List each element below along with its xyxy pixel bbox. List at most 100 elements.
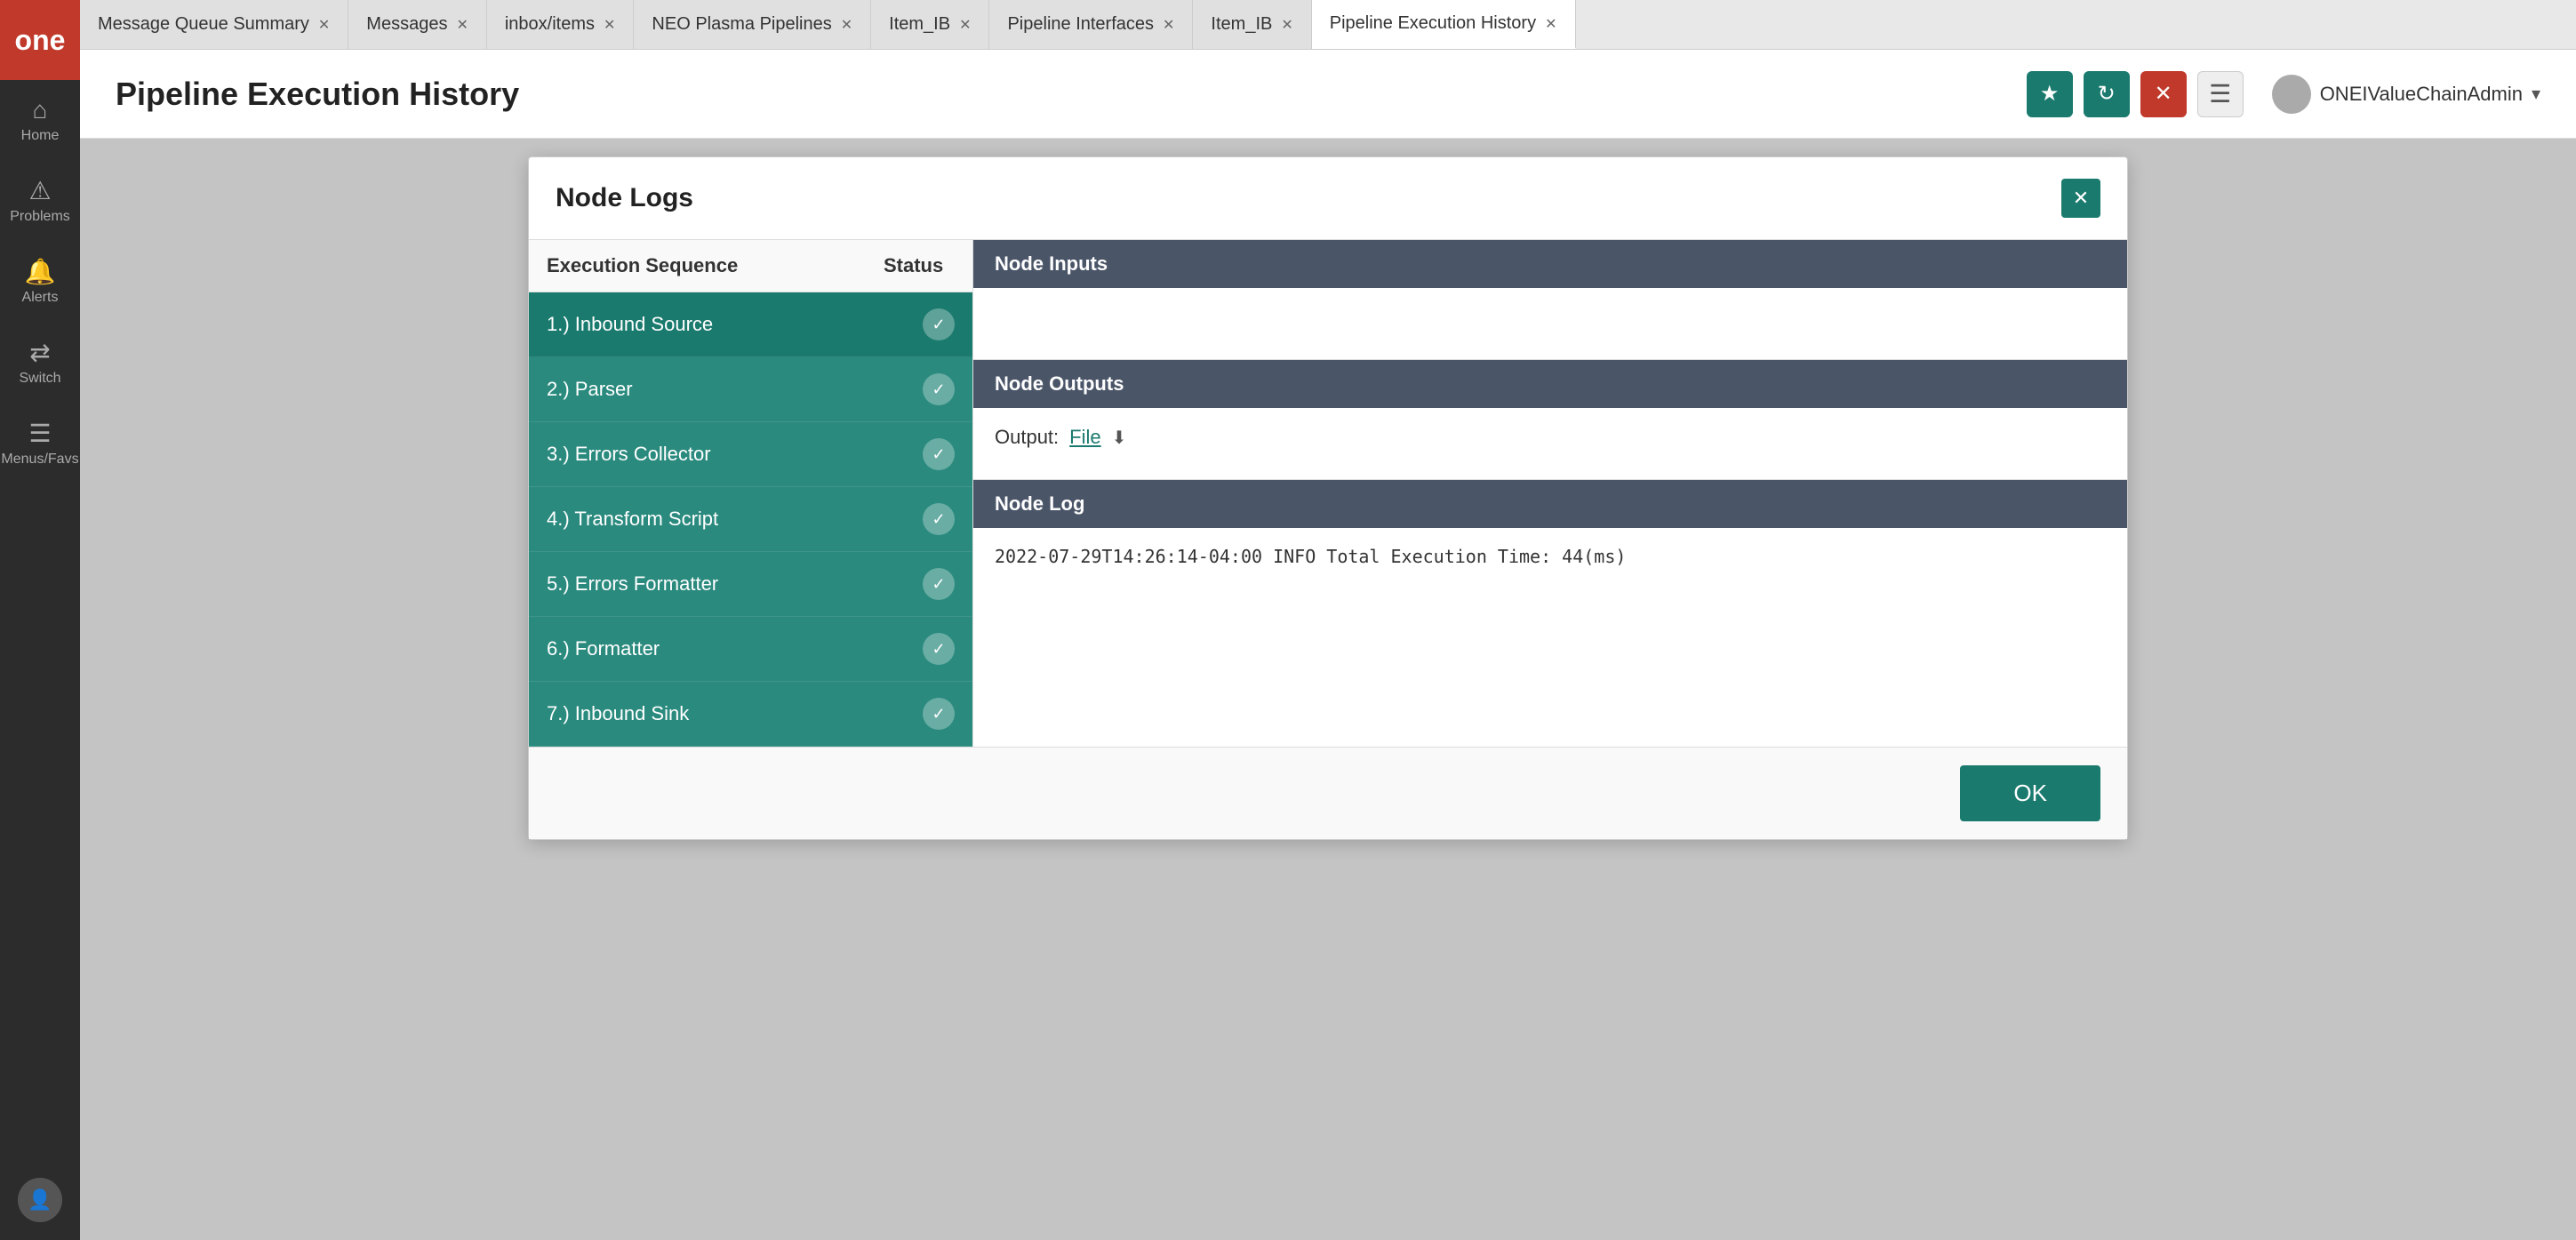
tab-close-icon[interactable]: ✕ [318, 16, 330, 34]
sidebar-item-menus[interactable]: ☰ Menus/Favs [0, 403, 80, 484]
execution-sequence-panel: Execution Sequence Status 1.) Inbound So… [529, 240, 973, 747]
node-outputs-header: Node Outputs [973, 360, 2127, 408]
exec-row-label-4: 4.) Transform Script [547, 508, 923, 531]
switch-icon: ⇄ [29, 338, 50, 367]
sidebar-item-label-alerts: Alerts [22, 290, 59, 306]
problems-icon: ⚠ [28, 176, 51, 205]
checkmark-icon-7: ✓ [923, 698, 955, 730]
app-logo[interactable]: one [0, 0, 80, 80]
output-label: Output: [995, 426, 1059, 449]
sidebar: one ⌂ Home ⚠ Problems 🔔 Alerts ⇄ Switch … [0, 0, 80, 1240]
tab-close-icon[interactable]: ✕ [841, 16, 852, 34]
tab-close-icon[interactable]: ✕ [456, 16, 468, 34]
tab-label: inbox/items [505, 14, 595, 35]
exec-row-2[interactable]: 2.) Parser ✓ [529, 357, 972, 422]
tab-neo-plasma[interactable]: NEO Plasma Pipelines ✕ [634, 0, 871, 49]
node-log-body: 2022-07-29T14:26:14-04:00 INFO Total Exe… [973, 528, 2127, 747]
execution-rows: 1.) Inbound Source ✓ 2.) Parser ✓ 3.) Er… [529, 292, 972, 747]
modal-header: Node Logs ✕ [529, 157, 2127, 240]
exec-row-5[interactable]: 5.) Errors Formatter ✓ [529, 552, 972, 617]
sidebar-item-label-problems: Problems [10, 209, 70, 225]
node-log-section: Node Log 2022-07-29T14:26:14-04:00 INFO … [973, 480, 2127, 747]
sidebar-item-label-menus: Menus/Favs [1, 452, 78, 468]
exec-row-1[interactable]: 1.) Inbound Source ✓ [529, 292, 972, 357]
tab-item-ib-1[interactable]: Item_IB ✕ [871, 0, 989, 49]
tab-label: Pipeline Execution History [1330, 13, 1536, 34]
col-status: Status [884, 254, 955, 277]
close-button[interactable]: ✕ [2140, 71, 2187, 117]
exec-row-4[interactable]: 4.) Transform Script ✓ [529, 487, 972, 552]
menus-icon: ☰ [28, 419, 51, 448]
tab-close-icon[interactable]: ✕ [604, 16, 615, 34]
output-row: Output: File ⬇ [995, 426, 2106, 449]
checkmark-icon-1: ✓ [923, 308, 955, 340]
exec-row-label-1: 1.) Inbound Source [547, 313, 923, 336]
alerts-icon: 🔔 [25, 257, 56, 286]
node-logs-modal: Node Logs ✕ Execution Sequence Status 1.… [528, 156, 2128, 840]
modal-title: Node Logs [556, 183, 693, 213]
tab-close-icon[interactable]: ✕ [959, 16, 971, 34]
sidebar-item-home[interactable]: ⌂ Home [0, 80, 80, 160]
tab-bar: Message Queue Summary ✕ Messages ✕ inbox… [0, 0, 2576, 50]
checkmark-icon-4: ✓ [923, 503, 955, 535]
refresh-button[interactable]: ↻ [2084, 71, 2130, 117]
page-title: Pipeline Execution History [116, 76, 2027, 113]
exec-row-label-6: 6.) Formatter [547, 637, 923, 660]
exec-row-label-5: 5.) Errors Formatter [547, 572, 923, 596]
exec-row-label-2: 2.) Parser [547, 378, 923, 401]
modal-backdrop: Node Logs ✕ Execution Sequence Status 1.… [80, 139, 2576, 1240]
node-inputs-section: Node Inputs [973, 240, 2127, 360]
sidebar-item-switch[interactable]: ⇄ Switch [0, 322, 80, 403]
menu-button[interactable]: ☰ [2197, 71, 2244, 117]
tab-label: NEO Plasma Pipelines [652, 14, 831, 35]
tab-close-icon[interactable]: ✕ [1545, 15, 1556, 33]
user-area: ONEIValueChainAdmin ▾ [2272, 75, 2540, 114]
dropdown-chevron-icon[interactable]: ▾ [2532, 83, 2540, 105]
sidebar-item-problems[interactable]: ⚠ Problems [0, 160, 80, 241]
checkmark-icon-3: ✓ [923, 438, 955, 470]
tab-pipeline-interfaces[interactable]: Pipeline Interfaces ✕ [989, 0, 1193, 49]
node-outputs-section: Node Outputs Output: File ⬇ [973, 360, 2127, 480]
node-log-header: Node Log [973, 480, 2127, 528]
tab-close-icon[interactable]: ✕ [1163, 16, 1174, 34]
tab-close-icon[interactable]: ✕ [1281, 16, 1292, 34]
checkmark-icon-6: ✓ [923, 633, 955, 665]
tab-messages[interactable]: Messages ✕ [348, 0, 487, 49]
star-button[interactable]: ★ [2027, 71, 2073, 117]
tab-label: Pipeline Interfaces [1007, 14, 1154, 35]
username-label: ONEIValueChainAdmin [2320, 83, 2523, 106]
home-icon: ⌂ [33, 96, 48, 124]
node-log-text: 2022-07-29T14:26:14-04:00 INFO Total Exe… [995, 546, 1626, 567]
tab-inbox-items[interactable]: inbox/items ✕ [487, 0, 635, 49]
download-icon[interactable]: ⬇ [1112, 427, 1127, 449]
main-content: Node Logs ✕ Execution Sequence Status 1.… [80, 139, 2576, 1240]
modal-close-button[interactable]: ✕ [2061, 179, 2100, 218]
tab-label: Messages [366, 14, 447, 35]
modal-footer: OK [529, 747, 2127, 839]
node-inputs-body [973, 288, 2127, 359]
exec-row-7[interactable]: 7.) Inbound Sink ✓ [529, 682, 972, 747]
tab-message-queue-summary[interactable]: Message Queue Summary ✕ [80, 0, 348, 49]
sidebar-item-alerts[interactable]: 🔔 Alerts [0, 241, 80, 322]
tab-pipeline-execution-history[interactable]: Pipeline Execution History ✕ [1312, 0, 1576, 49]
ok-button[interactable]: OK [1960, 765, 2100, 821]
tab-label: Item_IB [889, 14, 950, 35]
exec-row-label-7: 7.) Inbound Sink [547, 702, 923, 725]
tab-item-ib-2[interactable]: Item_IB ✕ [1193, 0, 1311, 49]
checkmark-icon-5: ✓ [923, 568, 955, 600]
avatar: 👤 [18, 1178, 62, 1222]
sidebar-item-label-switch: Switch [19, 371, 60, 387]
user-avatar [2272, 75, 2311, 114]
exec-panel-header: Execution Sequence Status [529, 240, 972, 292]
node-inputs-header: Node Inputs [973, 240, 2127, 288]
header-actions: ★ ↻ ✕ ☰ ONEIValueChainAdmin ▾ [2027, 71, 2540, 117]
exec-row-6[interactable]: 6.) Formatter ✓ [529, 617, 972, 682]
detail-panel: Node Inputs Node Outputs Output: File ⬇ [973, 240, 2127, 747]
sidebar-item-label-home: Home [21, 128, 60, 144]
tab-label: Message Queue Summary [98, 14, 309, 35]
node-outputs-body: Output: File ⬇ [973, 408, 2127, 479]
exec-row-3[interactable]: 3.) Errors Collector ✓ [529, 422, 972, 487]
col-execution-sequence: Execution Sequence [547, 254, 884, 277]
output-file-link[interactable]: File [1069, 426, 1100, 449]
tab-label: Item_IB [1211, 14, 1272, 35]
